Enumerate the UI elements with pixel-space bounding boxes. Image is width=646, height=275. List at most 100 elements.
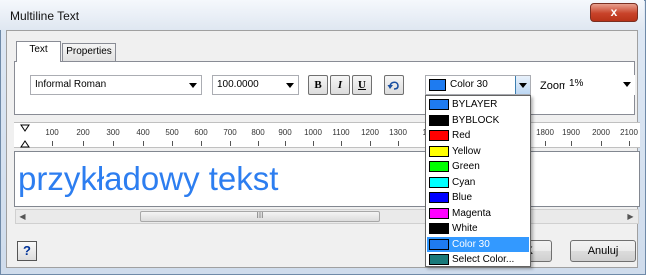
color-swatch-icon (429, 161, 449, 172)
zoom-value: 1% (569, 78, 584, 89)
color-option[interactable]: BYBLOCK (427, 113, 529, 128)
ruler-tick-mark (230, 141, 231, 146)
scrollbar-thumb[interactable]: III (140, 211, 380, 222)
ruler-tick-label: 1900 (562, 128, 580, 137)
color-option[interactable]: Magenta (427, 206, 529, 221)
color-swatch-icon (429, 114, 449, 126)
color-option[interactable]: Red (427, 128, 529, 143)
color-option[interactable]: Yellow (427, 144, 529, 159)
ruler-tick-label: 200 (76, 128, 90, 137)
color-option-label: Yellow (452, 145, 481, 157)
ruler-tick-label: 2000 (592, 128, 610, 137)
window-title: Multiline Text (10, 9, 80, 23)
ruler-tick-mark (313, 141, 314, 146)
color-swatch-icon (429, 130, 449, 141)
ruler-tick-label: 500 (165, 128, 179, 137)
ruler-tick-mark (341, 141, 342, 146)
ruler-tick-label: 1200 (361, 128, 379, 137)
color-swatch-icon (429, 176, 449, 188)
dropdown-button[interactable] (515, 76, 530, 94)
color-swatch-icon (429, 192, 449, 203)
ruler-tick-label: 1100 (332, 128, 350, 137)
scroll-right-icon[interactable]: ▶ (623, 209, 638, 224)
scroll-left-icon[interactable]: ◀ (15, 209, 30, 224)
ruler-tick-mark (113, 141, 114, 146)
zoom-select[interactable]: 1% (565, 75, 635, 95)
ruler-tick-mark (258, 141, 259, 146)
ruler-tick-mark (52, 141, 53, 146)
color-swatch-icon (429, 238, 449, 250)
color-option-label: Blue (452, 192, 473, 203)
color-option[interactable]: Select Color... (427, 252, 529, 267)
color-option-label: Cyan (452, 176, 476, 188)
chevron-down-icon (623, 82, 631, 87)
ruler-tick-mark (629, 141, 630, 146)
color-swatch-icon (429, 254, 449, 265)
ruler-tick-mark (285, 141, 286, 146)
ruler-tick-mark (601, 141, 602, 146)
indent-marker-icon[interactable] (20, 124, 30, 151)
color-swatch-icon (429, 99, 449, 110)
color-select-value: Color 30 (450, 79, 488, 90)
ruler-tick-label: 2100 (620, 128, 638, 137)
underline-button[interactable]: U (352, 75, 372, 95)
chevron-down-icon (286, 83, 294, 88)
color-option-label: BYLAYER (452, 99, 498, 110)
editor-text[interactable]: przykładowy tekst (18, 160, 278, 198)
color-swatch-icon (429, 223, 449, 234)
ruler-tick-label: 900 (278, 128, 292, 137)
undo-button[interactable] (384, 75, 404, 95)
color-option-label: White (452, 223, 478, 234)
ruler-tick-mark (172, 141, 173, 146)
ruler-tick-label: 1300 (389, 128, 407, 137)
ruler-tick-label: 600 (194, 128, 208, 137)
text-height-select[interactable]: 100.0000 (212, 75, 299, 95)
font-select-value: Informal Roman (35, 79, 107, 90)
ruler-tick-label: 700 (223, 128, 237, 137)
ruler-tick-mark (545, 141, 546, 146)
ruler-tick-label: 100 (45, 128, 59, 137)
ruler-tick-mark (370, 141, 371, 146)
color-option[interactable]: White (427, 221, 529, 236)
title-bar[interactable] (0, 0, 644, 30)
color-select[interactable]: Color 30 (425, 75, 531, 95)
ruler-tick-mark (398, 141, 399, 146)
help-button[interactable]: ? (17, 241, 37, 261)
font-select[interactable]: Informal Roman (30, 75, 202, 95)
ruler-tick-mark (201, 141, 202, 146)
ruler-tick-label: 1000 (304, 128, 322, 137)
ruler-tick-mark (83, 141, 84, 146)
ruler-tick-mark (143, 141, 144, 146)
color-option-label: Red (452, 130, 471, 141)
color-swatch-icon (429, 207, 449, 219)
cancel-button[interactable]: Anuluj (570, 240, 636, 262)
undo-arrow-icon (387, 81, 399, 90)
ruler-tick-label: 400 (136, 128, 150, 137)
color-option[interactable]: Cyan (427, 175, 529, 190)
color-swatch-icon (429, 145, 449, 157)
color-option[interactable]: Green (427, 159, 529, 174)
color-option-label: Color 30 (452, 238, 490, 250)
text-height-value: 100.0000 (217, 79, 259, 90)
color-option-label: Select Color... (452, 254, 515, 265)
color-option-label: Green (452, 161, 480, 172)
color-swatch (429, 79, 446, 91)
ruler-tick-mark (571, 141, 572, 146)
ruler-tick-label: 1800 (536, 128, 554, 137)
color-dropdown-list: BYLAYER BYBLOCK Red Yellow Green Cyan Blue Mage… (425, 95, 531, 267)
color-option[interactable]: Color 30 (427, 236, 529, 252)
color-option-label: Magenta (452, 207, 491, 219)
ruler-tick-label: 800 (251, 128, 265, 137)
tab-text[interactable]: Text (16, 41, 61, 62)
tab-properties[interactable]: Properties (62, 43, 116, 61)
italic-button[interactable]: I (330, 75, 350, 95)
bold-button[interactable]: B (308, 75, 328, 95)
color-option[interactable]: Blue (427, 190, 529, 205)
chevron-down-icon (519, 83, 527, 88)
close-button[interactable]: x (590, 3, 638, 22)
zoom-label: Zoom (540, 80, 569, 92)
ruler-tick-label: 300 (106, 128, 120, 137)
chevron-down-icon (189, 83, 197, 88)
color-option-label: BYBLOCK (452, 114, 500, 126)
color-option[interactable]: BYLAYER (427, 97, 529, 112)
